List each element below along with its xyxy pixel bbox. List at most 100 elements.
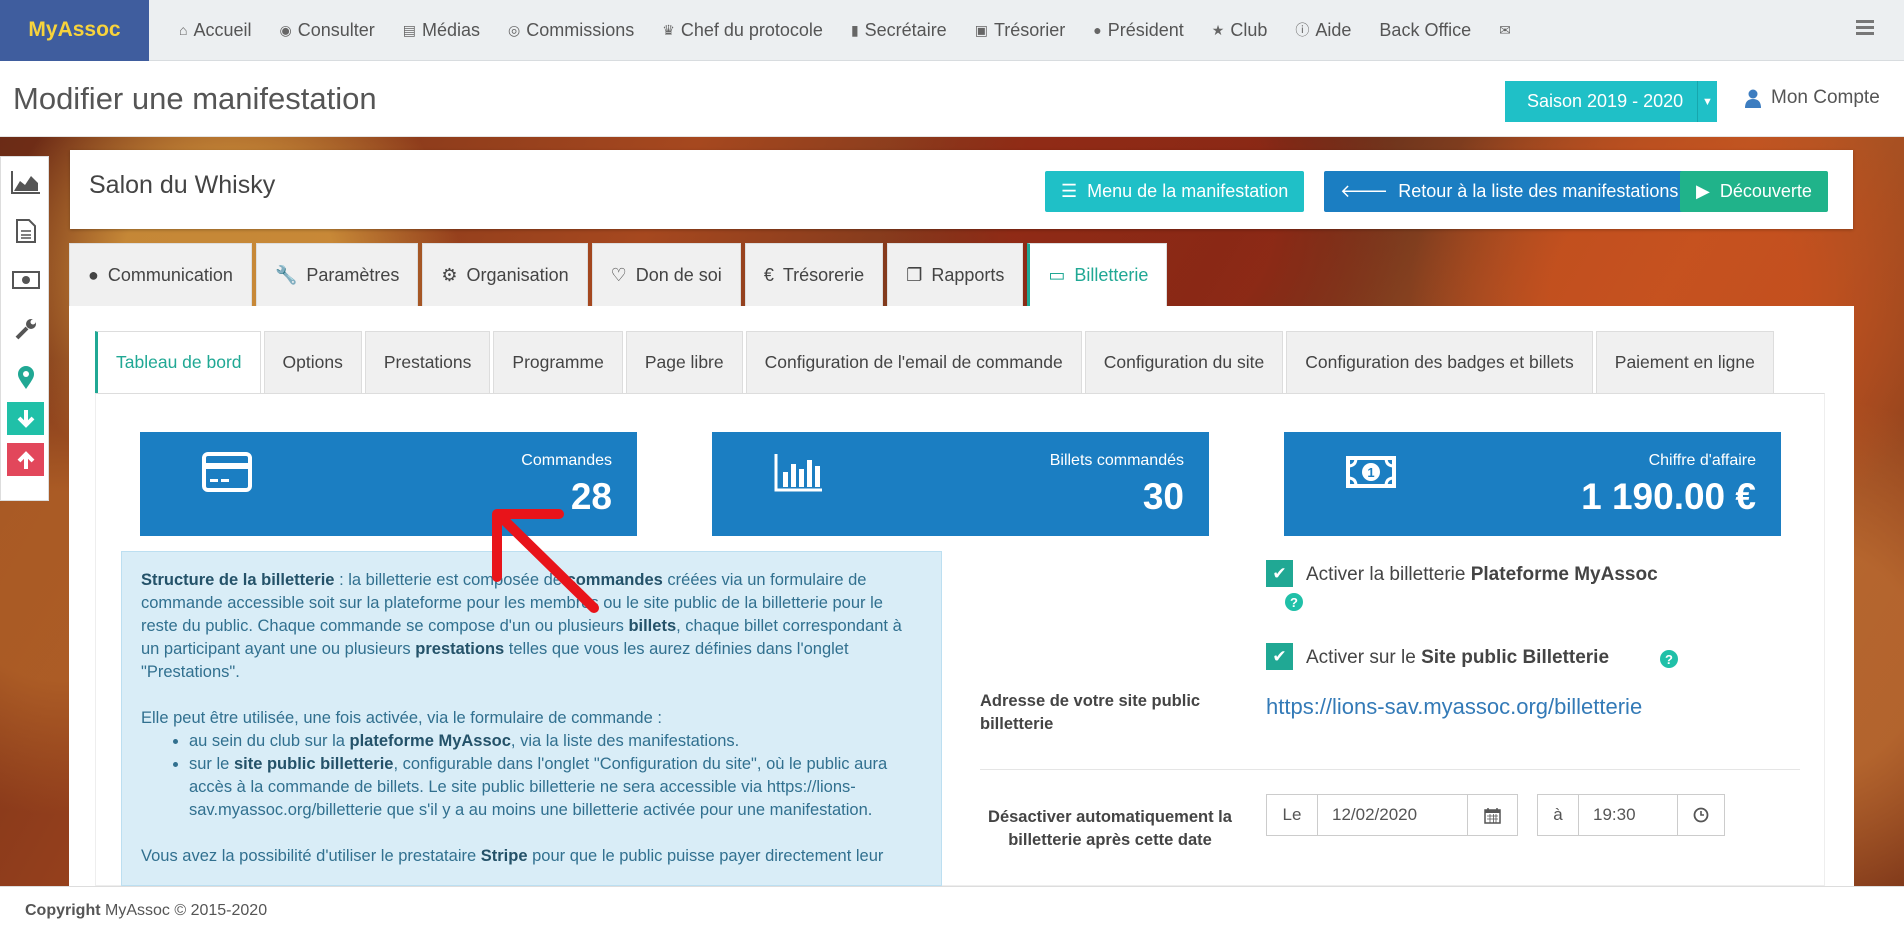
nav-item-label: Back Office: [1379, 19, 1472, 40]
nav-item-secr-taire[interactable]: ▮ Secrétaire: [837, 0, 961, 61]
globe-icon: ●: [1093, 22, 1102, 38]
deactivate-time-input[interactable]: 19:30: [1578, 794, 1678, 836]
calendar-icon[interactable]: [1467, 794, 1518, 836]
deactivate-date-input[interactable]: 12/02/2020: [1317, 794, 1468, 836]
file-icon: ▤: [402, 21, 416, 38]
nav-item-club[interactable]: ★ Club: [1198, 0, 1282, 61]
enable-public-site-label: Activer sur le Site public Billetterie: [1306, 647, 1610, 668]
nav-item-label: Consulter: [297, 19, 375, 40]
nav-item-tr-sorier[interactable]: ▣ Trésorier: [961, 0, 1080, 61]
book-icon: ▮: [850, 21, 859, 38]
subtab-9[interactable]: Paiement en ligne: [1595, 331, 1774, 393]
discover-button[interactable]: ▶ Découverte: [1680, 171, 1828, 212]
subtab-4[interactable]: Programme: [493, 331, 623, 393]
home-icon: ⌂: [179, 22, 188, 38]
nav-item-label: Accueil: [193, 19, 252, 40]
account-menu[interactable]: Mon Compte: [1745, 87, 1880, 109]
main-menu: ⌂ Accueil ◉ Consulter ▤ Médias ◎ Commissions ♛ Ch…: [149, 0, 1525, 61]
tab-label: Trésorerie: [782, 264, 865, 285]
help-icon[interactable]: ?: [1285, 593, 1303, 611]
sidebar-toggle-icon[interactable]: [1856, 20, 1874, 36]
event-menu-button[interactable]: ☰ Menu de la manifestation: [1045, 171, 1305, 212]
wrench-icon[interactable]: [1, 304, 50, 353]
enable-public-site-checkbox[interactable]: ✔: [1266, 643, 1293, 670]
help-icon[interactable]: ?: [1660, 650, 1678, 668]
tab-label: Paramètres: [306, 264, 400, 285]
tab-tr-sorerie[interactable]: € Trésorerie: [744, 243, 884, 306]
enable-platform-checkbox[interactable]: ✔: [1266, 560, 1293, 587]
info-text: pour que le public puisse payer directem…: [527, 847, 884, 865]
left-sidebar: [0, 156, 49, 501]
stat-label: Commandes: [521, 452, 612, 469]
nav-item-label: Trésorier: [993, 19, 1066, 40]
nav-item-back-office[interactable]: Back Office: [1365, 0, 1485, 61]
bar-chart-icon: [774, 454, 822, 492]
copyright-text: MyAssoc © 2015-2020: [100, 902, 268, 919]
nav-item-commissions[interactable]: ◎ Commissions: [494, 0, 648, 61]
info-text: sur le: [189, 755, 234, 773]
tab-label: Don de soi: [635, 264, 722, 285]
list-item: au sein du club sur la plateforme MyAsso…: [189, 730, 922, 753]
globe-icon: ●: [88, 264, 99, 285]
nav-item-aide[interactable]: ⓘ Aide: [1281, 0, 1365, 61]
season-label: Saison 2019 - 2020: [1527, 91, 1684, 111]
account-label: Mon Compte: [1771, 87, 1880, 108]
event-title: Salon du Whisky: [89, 171, 276, 199]
nav-item-label: Médias: [422, 19, 481, 40]
upload-icon[interactable]: [7, 443, 44, 476]
subtab-7[interactable]: Configuration du site: [1084, 331, 1284, 393]
info-text: commandes: [566, 571, 663, 589]
info-text: : la billetterie est composée de: [334, 571, 567, 589]
list-item: sur le site public billetterie, configur…: [189, 753, 922, 822]
stat-value: 28: [570, 476, 612, 517]
info-icon: ⓘ: [1295, 22, 1310, 38]
document-icon[interactable]: [1, 206, 50, 255]
map-marker-icon[interactable]: [1, 353, 50, 402]
tab-organisation[interactable]: ⚙ Organisation: [422, 243, 588, 306]
tab-don-de-soi[interactable]: ♡ Don de soi: [591, 243, 741, 306]
stat-label: Chiffre d'affaire: [1648, 452, 1756, 469]
nav-item-label: Club: [1230, 19, 1268, 40]
back-to-list-button[interactable]: 🡐 Retour à la liste des manifestations: [1324, 171, 1695, 212]
nav-item-pr-sident[interactable]: ● Président: [1079, 0, 1198, 61]
subtab-1[interactable]: Tableau de bord: [95, 331, 261, 393]
subtab-6[interactable]: Configuration de l'email de commande: [745, 331, 1082, 393]
arrow-left-icon: 🡐: [1340, 181, 1389, 201]
top-navbar: MyAssoc ⌂ Accueil ◉ Consulter ▤ Médias ◎ Commis…: [0, 0, 1904, 61]
nav-item-chef-du-protocole[interactable]: ♛ Chef du protocole: [648, 0, 837, 61]
tab-billetterie[interactable]: ▭ Billetterie: [1027, 243, 1168, 306]
brand-logo[interactable]: MyAssoc: [0, 0, 149, 61]
area-chart-icon[interactable]: [1, 157, 50, 206]
svg-text:1: 1: [1367, 465, 1374, 480]
nav-item-label: Chef du protocole: [680, 19, 823, 40]
tab-param-tres[interactable]: 🔧 Paramètres: [255, 243, 419, 306]
info-text: prestations: [415, 640, 505, 658]
money-icon[interactable]: [1, 255, 50, 304]
subtab-2[interactable]: Options: [263, 331, 362, 393]
trophy-icon: ♛: [662, 21, 675, 38]
tab-communication[interactable]: ● Communication: [69, 243, 252, 306]
discover-label: Découverte: [1719, 181, 1812, 201]
tab-rapports[interactable]: ❐ Rapports: [887, 243, 1024, 306]
a-addon: à: [1537, 794, 1579, 836]
subtab-5[interactable]: Page libre: [625, 331, 743, 393]
user-circle-icon: ◎: [508, 21, 521, 38]
clock-icon[interactable]: [1677, 794, 1725, 836]
subtab-3[interactable]: Prestations: [364, 331, 491, 393]
copy-icon: ❐: [906, 264, 923, 285]
nav-item-consulter[interactable]: ◉ Consulter: [266, 0, 389, 61]
heart-icon: ♡: [610, 264, 627, 285]
download-icon[interactable]: [7, 402, 44, 435]
season-select[interactable]: Saison 2019 - 2020 ▼: [1505, 81, 1717, 122]
stat-label: Billets commandés: [1049, 452, 1184, 469]
credit-card-icon: [202, 452, 252, 492]
subtab-8[interactable]: Configuration des badges et billets: [1286, 331, 1593, 393]
tab-label: Organisation: [466, 264, 569, 285]
nav-item-mail[interactable]: ✉: [1485, 0, 1525, 61]
nav-item-accueil[interactable]: ⌂ Accueil: [165, 0, 266, 61]
money-icon: ▣: [974, 21, 988, 38]
info-text: au sein du club sur la: [189, 732, 350, 750]
nav-item-m-dias[interactable]: ▤ Médias: [389, 0, 494, 61]
stat-value: 1 190.00 €: [1581, 476, 1756, 517]
public-site-link[interactable]: https://lions-sav.myassoc.org/billetteri…: [1266, 694, 1642, 720]
